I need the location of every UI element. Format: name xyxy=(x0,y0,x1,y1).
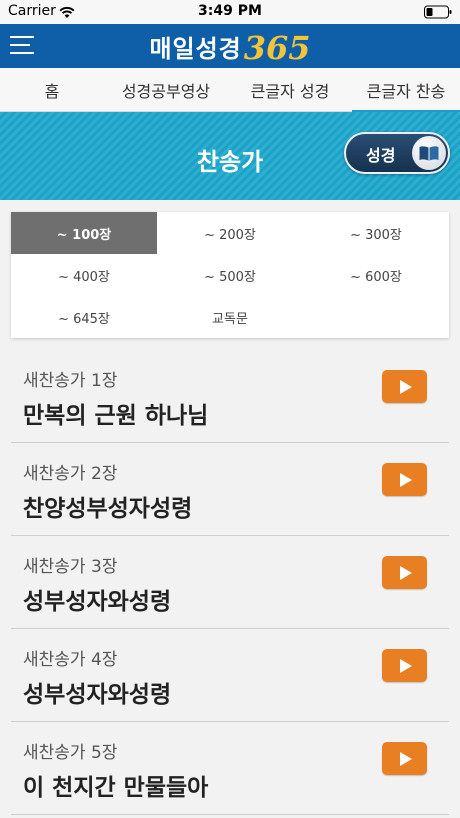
brand-text: 매일성경 xyxy=(149,35,242,63)
hamburger-icon[interactable] xyxy=(10,34,36,58)
hymn-number: 새찬송가 1장 xyxy=(23,371,118,391)
wifi-icon xyxy=(59,6,75,18)
range-cell-500[interactable]: ~ 500장 xyxy=(157,254,303,296)
range-cell-100[interactable]: ~ 100장 xyxy=(11,212,157,254)
play-icon xyxy=(400,472,412,487)
toggle-knob xyxy=(412,136,446,170)
app-header: 매일성경365 xyxy=(0,24,460,68)
list-item[interactable]: 새찬송가 4장 성부성자와성령 xyxy=(11,629,449,722)
list-item[interactable]: 새찬송가 1장 만복의 근원 하나님 xyxy=(11,350,449,443)
play-icon xyxy=(400,379,412,394)
list-item[interactable]: 새찬송가 3장 성부성자와성령 xyxy=(11,536,449,629)
hymn-number: 새찬송가 2장 xyxy=(23,464,118,484)
range-cell-responsive-reading[interactable]: 교독문 xyxy=(157,296,303,338)
tab-large-hymn[interactable]: 큰글자 찬송 xyxy=(352,68,460,113)
range-cell-200[interactable]: ~ 200장 xyxy=(157,212,303,254)
range-cell-600[interactable]: ~ 600장 xyxy=(303,254,449,296)
play-icon xyxy=(400,751,412,766)
hymn-number: 새찬송가 5장 xyxy=(23,743,118,763)
hymn-range-grid: ~ 100장 ~ 200장 ~ 300장 ~ 400장 ~ 500장 ~ 600… xyxy=(11,212,449,338)
tab-bar: 홈 성경공부영상 큰글자 성경 큰글자 찬송 xyxy=(0,68,460,113)
range-cell-645[interactable]: ~ 645장 xyxy=(11,296,157,338)
toggle-label: 성경 xyxy=(366,146,396,165)
list-item[interactable]: 새찬송가 5장 이 천지간 만물들아 xyxy=(11,722,449,815)
play-button[interactable] xyxy=(382,742,427,775)
list-item[interactable]: 새찬송가 2장 찬양성부성자성령 xyxy=(11,443,449,536)
book-icon xyxy=(419,146,439,161)
tab-home[interactable]: 홈 xyxy=(0,68,104,112)
play-button[interactable] xyxy=(382,370,427,403)
hymn-title: 이 천지간 만물들아 xyxy=(23,775,209,801)
play-icon xyxy=(400,658,412,673)
play-icon xyxy=(400,565,412,580)
tab-large-bible[interactable]: 큰글자 성경 xyxy=(228,68,352,112)
hymn-title: 성부성자와성령 xyxy=(23,589,172,615)
hymn-number: 새찬송가 3장 xyxy=(23,557,118,577)
play-button[interactable] xyxy=(382,463,427,496)
hymn-number: 새찬송가 4장 xyxy=(23,650,118,670)
hymn-title: 성부성자와성령 xyxy=(23,682,172,708)
brand-number: 365 xyxy=(243,29,311,67)
status-bar: Carrier 3:49 PM xyxy=(0,0,460,24)
range-cell-400[interactable]: ~ 400장 xyxy=(11,254,157,296)
tab-study-video[interactable]: 성경공부영상 xyxy=(104,68,228,112)
hymn-list: 새찬송가 1장 만복의 근원 하나님 새찬송가 2장 찬양성부성자성령 새찬송가… xyxy=(11,350,449,815)
battery-icon xyxy=(424,5,452,19)
range-cell-300[interactable]: ~ 300장 xyxy=(303,212,449,254)
bible-toggle-button[interactable]: 성경 xyxy=(344,132,450,174)
carrier-label: Carrier xyxy=(8,3,56,19)
play-button[interactable] xyxy=(382,649,427,682)
play-button[interactable] xyxy=(382,556,427,589)
hymn-title: 찬양성부성자성령 xyxy=(23,496,193,522)
app-logo: 매일성경365 xyxy=(0,24,460,68)
hymn-title: 만복의 근원 하나님 xyxy=(23,403,209,429)
